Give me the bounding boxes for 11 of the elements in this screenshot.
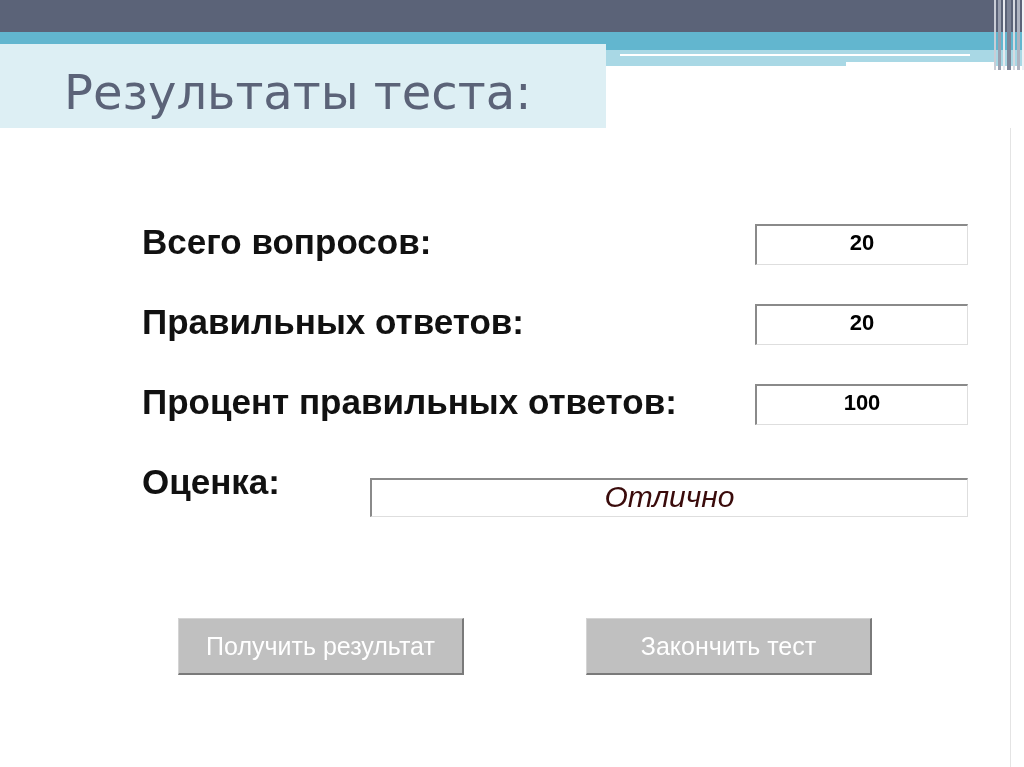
result-label: Всего вопросов:: [142, 221, 432, 263]
result-label: Правильных ответов:: [142, 301, 524, 343]
action-button[interactable]: Закончить тест: [586, 618, 872, 675]
page-title: Результаты теста:: [64, 63, 532, 122]
result-label: Процент правильных ответов:: [142, 381, 677, 423]
output-field: Отлично: [370, 478, 968, 517]
output-field: 20: [755, 224, 968, 265]
action-button[interactable]: Получить результат: [178, 618, 464, 675]
result-label: Оценка:: [142, 461, 280, 503]
output-field: 20: [755, 304, 968, 345]
output-field: 100: [755, 384, 968, 425]
